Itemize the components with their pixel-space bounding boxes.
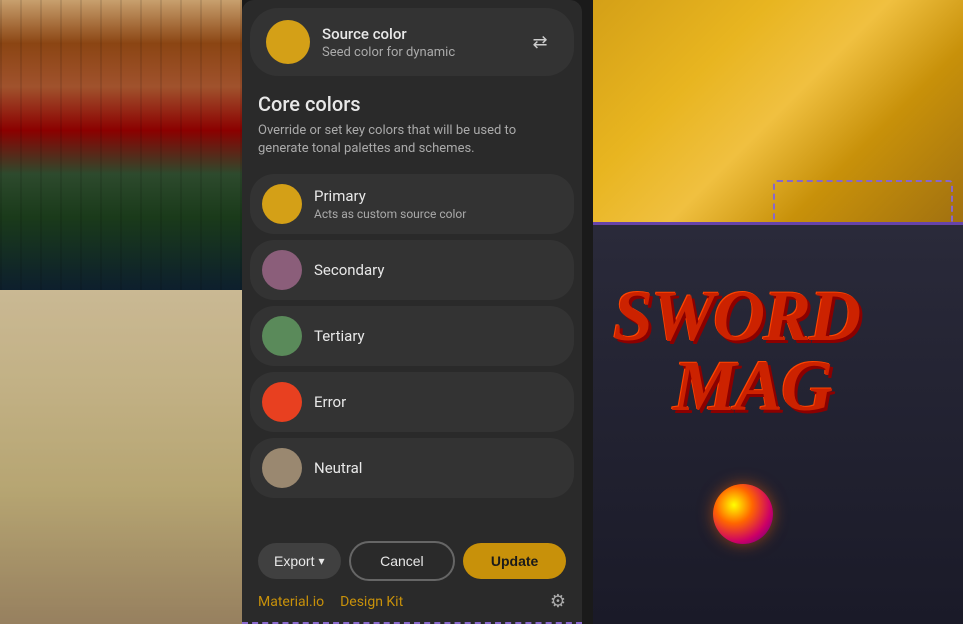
- cancel-button[interactable]: Cancel: [349, 541, 456, 581]
- tertiary-swatch: [262, 316, 302, 356]
- export-chevron-icon: ▾: [318, 554, 324, 568]
- tertiary-color-item[interactable]: Tertiary: [250, 306, 574, 366]
- error-label: Error: [314, 393, 346, 411]
- design-kit-link[interactable]: Design Kit: [340, 594, 403, 610]
- neutral-label: Neutral: [314, 459, 362, 477]
- neutral-swatch: [262, 448, 302, 488]
- primary-color-item[interactable]: Primary Acts as custom source color: [250, 174, 574, 234]
- core-colors-title: Core colors: [258, 92, 566, 116]
- neutral-color-item[interactable]: Neutral: [250, 438, 574, 498]
- material-io-link[interactable]: Material.io: [258, 594, 324, 610]
- bg-pottery: [0, 290, 242, 624]
- color-items-list: Primary Acts as custom source color Seco…: [242, 166, 582, 531]
- shuffle-button[interactable]: ⇄: [522, 24, 558, 60]
- error-color-item[interactable]: Error: [250, 372, 574, 432]
- primary-swatch: [262, 184, 302, 224]
- shuffle-icon: ⇄: [532, 32, 547, 53]
- action-buttons: Export ▾ Cancel Update: [258, 541, 566, 581]
- error-info: Error: [314, 393, 346, 411]
- core-colors-desc: Override or set key colors that will be …: [258, 122, 566, 158]
- source-color-swatch: [266, 20, 310, 64]
- orb-decoration: [713, 484, 773, 544]
- neutral-info: Neutral: [314, 459, 362, 477]
- settings-icon[interactable]: ⚙: [550, 591, 566, 612]
- primary-label: Primary: [314, 187, 466, 205]
- source-color-label: Source color: [322, 25, 510, 43]
- export-button[interactable]: Export ▾: [258, 543, 341, 579]
- tertiary-label: Tertiary: [314, 327, 365, 345]
- mag-text: MAG: [673, 345, 831, 428]
- source-color-row[interactable]: Source color Seed color for dynamic ⇄: [250, 8, 574, 76]
- core-colors-section: Core colors Override or set key colors t…: [242, 84, 582, 166]
- secondary-color-item[interactable]: Secondary: [250, 240, 574, 300]
- source-color-desc: Seed color for dynamic: [322, 45, 510, 60]
- source-color-info: Source color Seed color for dynamic: [322, 25, 510, 60]
- color-panel: Source color Seed color for dynamic ⇄ Co…: [242, 0, 582, 624]
- bottom-bar: Export ▾ Cancel Update Material.io Desig…: [242, 531, 582, 624]
- bg-books: [0, 0, 242, 290]
- bg-sword-mag: SWORD MAG: [593, 225, 963, 624]
- secondary-info: Secondary: [314, 261, 384, 279]
- secondary-swatch: [262, 250, 302, 290]
- update-button[interactable]: Update: [463, 543, 566, 579]
- footer-links: Material.io Design Kit ⚙: [258, 591, 566, 612]
- primary-info: Primary Acts as custom source color: [314, 187, 466, 221]
- bg-orange: [593, 0, 963, 225]
- tertiary-info: Tertiary: [314, 327, 365, 345]
- export-label: Export: [274, 553, 314, 569]
- secondary-label: Secondary: [314, 261, 384, 279]
- error-swatch: [262, 382, 302, 422]
- primary-desc: Acts as custom source color: [314, 207, 466, 221]
- footer-left-links: Material.io Design Kit: [258, 594, 403, 610]
